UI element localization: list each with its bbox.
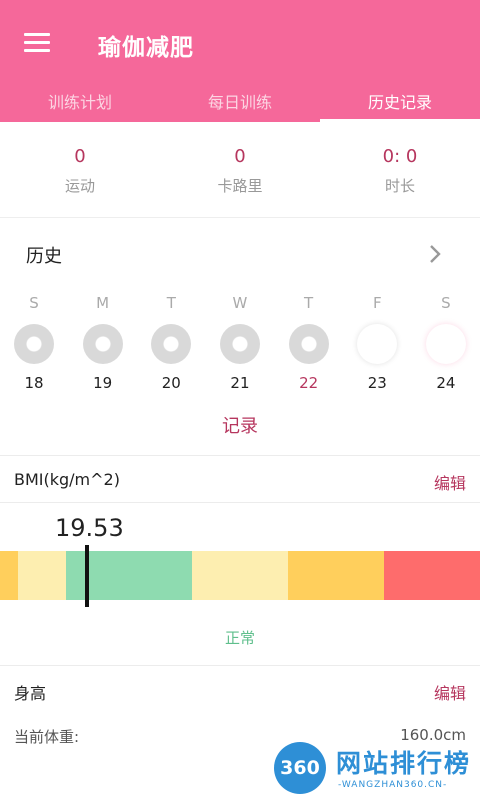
bmi-segment (0, 551, 18, 600)
stat-duration-label: 时长 (384, 177, 415, 195)
tab-bar: 训练计划 每日训练 历史记录 (0, 76, 480, 122)
bmi-scale-bar (0, 551, 480, 600)
day-progress-ring (357, 324, 398, 364)
day-progress-ring (425, 324, 466, 364)
day-item-today[interactable]: T 22 (288, 294, 329, 392)
bmi-segment (384, 551, 480, 600)
day-letter: M (96, 294, 110, 312)
app-title: 瑜伽减肥 (98, 35, 194, 61)
watermark: 360 网站排行榜 -WANGZHAN360.CN- (270, 738, 480, 800)
height-label: 身高 (14, 684, 47, 703)
stat-calories: 0 卡路里 (160, 122, 320, 217)
day-letter: T (304, 294, 314, 312)
week-calendar: S 18 M 19 T 20 W 21 T 22 F 23 S 24 (0, 294, 480, 392)
weight-label: 当前体重: (14, 728, 80, 746)
bmi-segment (18, 551, 66, 600)
day-date: 23 (367, 374, 387, 392)
day-date: 20 (161, 374, 181, 392)
bmi-value: 19.53 (55, 514, 124, 542)
day-date: 21 (230, 374, 250, 392)
day-letter: T (166, 294, 176, 312)
day-item[interactable]: S 24 (425, 294, 466, 392)
day-item[interactable]: F 23 (357, 294, 398, 392)
day-progress-ring (82, 324, 123, 364)
stat-duration-value: 0: 0 (382, 146, 418, 167)
day-letter: F (372, 294, 382, 312)
day-date: 22 (299, 374, 319, 392)
history-title: 历史 (26, 246, 62, 267)
tab-training-plan[interactable]: 训练计划 (0, 76, 160, 122)
day-progress-ring (219, 324, 260, 364)
bmi-edit-button[interactable]: 编辑 (434, 470, 466, 494)
day-item[interactable]: S 18 (14, 294, 54, 392)
bmi-segment (288, 551, 384, 600)
bmi-title: BMI(kg/m^2) (14, 470, 120, 489)
stat-exercise: 0 运动 (0, 122, 160, 217)
day-item[interactable]: T 20 (151, 294, 192, 392)
day-date: 24 (436, 374, 456, 392)
day-item[interactable]: M 19 (82, 294, 123, 392)
tab-history[interactable]: 历史记录 (320, 76, 480, 122)
divider (0, 455, 480, 456)
day-item[interactable]: W 21 (219, 294, 260, 392)
day-progress-ring (288, 324, 329, 364)
day-date: 18 (24, 374, 44, 392)
menu-icon[interactable] (24, 33, 50, 53)
chevron-right-icon[interactable] (428, 244, 442, 264)
stat-duration: 0: 0 时长 (320, 122, 480, 217)
day-letter: S (441, 294, 451, 312)
record-button[interactable]: 记录 (0, 412, 480, 438)
tab-daily-training[interactable]: 每日训练 (160, 76, 320, 122)
stat-exercise-value: 0 (74, 146, 86, 167)
day-progress-ring (151, 324, 192, 364)
divider (0, 665, 480, 666)
bmi-marker (85, 545, 89, 607)
stat-calories-label: 卡路里 (217, 177, 263, 195)
watermark-text: 网站排行榜 (336, 749, 472, 778)
day-date: 19 (93, 374, 113, 392)
bmi-status: 正常 (224, 629, 255, 647)
divider (0, 502, 480, 503)
bmi-segment (192, 551, 288, 600)
watermark-badge: 360 (274, 742, 326, 794)
day-letter: W (232, 294, 248, 312)
stat-calories-value: 0 (234, 146, 246, 167)
stat-exercise-label: 运动 (64, 177, 95, 195)
day-progress-ring (14, 324, 54, 364)
day-letter: S (29, 294, 39, 312)
height-edit-button[interactable]: 编辑 (434, 680, 466, 704)
watermark-subtext: -WANGZHAN360.CN- (338, 780, 448, 790)
stats-summary: 0 运动 0 卡路里 0: 0 时长 (0, 122, 480, 218)
app-bar: 瑜伽减肥 训练计划 每日训练 历史记录 (0, 0, 480, 122)
